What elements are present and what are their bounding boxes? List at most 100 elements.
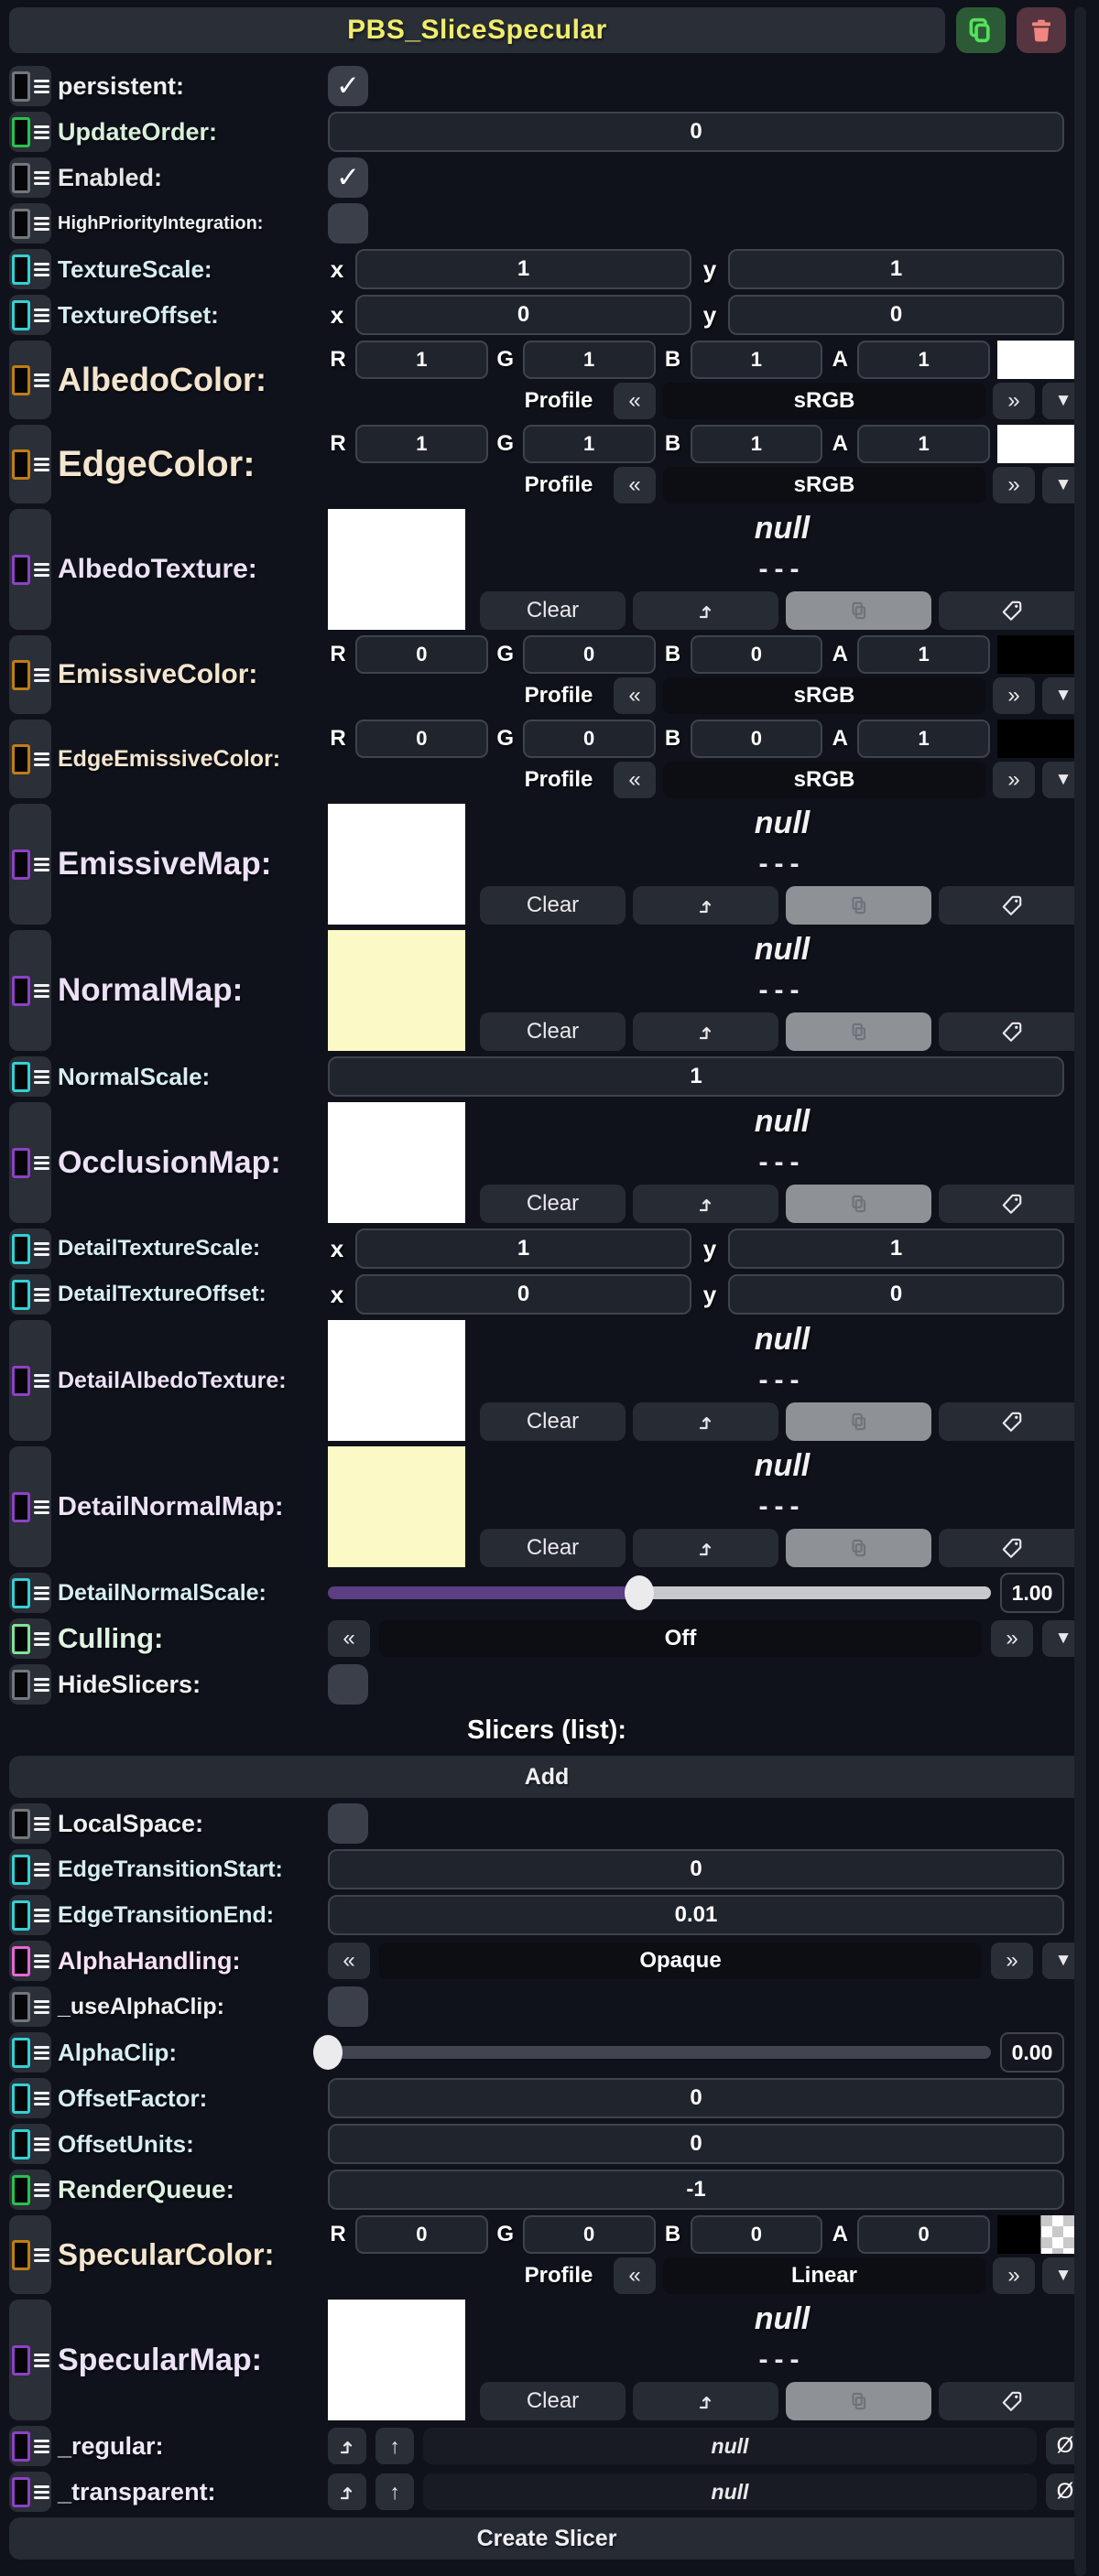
row-drag-handle[interactable] [9, 1618, 51, 1659]
add-slicer-button[interactable]: Add [9, 1756, 1084, 1798]
AlphaHandling-select[interactable]: Opaque [379, 1943, 982, 1979]
texture-preview-OcclusionMap[interactable] [328, 1102, 465, 1223]
copy-texture-button-OcclusionMap[interactable] [786, 1185, 931, 1223]
row-drag-handle[interactable] [9, 1941, 51, 1981]
texture-preview-NormalMap[interactable] [328, 930, 465, 1051]
row-drag-handle[interactable] [9, 1803, 51, 1844]
input-OffsetUnits[interactable]: 0 [328, 2124, 1064, 2164]
copy-texture-button-SpecularMap[interactable] [786, 2382, 931, 2420]
profile-select-EmissiveColor[interactable]: sRGB [663, 677, 985, 714]
clear-texture-button-OcclusionMap[interactable]: Clear [480, 1185, 626, 1223]
checkbox-_useAlphaClip[interactable] [328, 1986, 368, 2027]
_regular-input[interactable]: null [423, 2428, 1037, 2464]
input-EdgeTransitionStart[interactable]: 0 [328, 1849, 1064, 1889]
row-drag-handle[interactable] [9, 2215, 51, 2294]
checkbox-persistent[interactable]: ✓ [328, 66, 368, 106]
row-drag-handle[interactable] [9, 635, 51, 714]
profile-select-AlbedoColor[interactable]: sRGB [663, 383, 985, 419]
input-SpecularColor-a[interactable]: 0 [857, 2215, 990, 2254]
tag-texture-button-SpecularMap[interactable] [939, 2382, 1084, 2420]
input-EdgeEmissiveColor-r[interactable]: 0 [355, 720, 488, 758]
input-EdgeColor-a[interactable]: 1 [857, 425, 990, 463]
row-drag-handle[interactable] [9, 295, 51, 335]
profile-next-button-EdgeColor[interactable]: » [993, 467, 1035, 503]
input-TextureScale-y[interactable]: 1 [728, 249, 1064, 289]
input-AlbedoColor-r[interactable]: 1 [355, 341, 488, 379]
row-drag-handle[interactable] [9, 2124, 51, 2164]
row-drag-handle[interactable] [9, 1274, 51, 1315]
corner-arrow-button-DetailNormalMap[interactable] [633, 1529, 778, 1567]
row-drag-handle[interactable] [9, 341, 51, 419]
copy-texture-button-DetailAlbedoTexture[interactable] [786, 1402, 931, 1441]
profile-next-button-EdgeEmissiveColor[interactable]: » [993, 762, 1035, 798]
checkbox-Enabled[interactable]: ✓ [328, 157, 368, 198]
checkbox-HighPriorityIntegration[interactable] [328, 203, 368, 244]
profile-prev-button-SpecularColor[interactable]: « [614, 2257, 656, 2294]
row-drag-handle[interactable] [9, 2170, 51, 2210]
row-drag-handle[interactable] [9, 1320, 51, 1441]
row-drag-handle[interactable] [9, 157, 51, 198]
profile-next-button-EmissiveColor[interactable]: » [993, 677, 1035, 714]
row-drag-handle[interactable] [9, 1573, 51, 1613]
color-swatch-SpecularColor[interactable] [997, 2215, 1084, 2254]
input-NormalScale[interactable]: 1 [328, 1056, 1064, 1097]
delete-material-button[interactable] [1017, 7, 1066, 53]
clear-texture-button-AlbedoTexture[interactable]: Clear [480, 591, 626, 630]
input-EdgeColor-r[interactable]: 1 [355, 425, 488, 463]
row-drag-handle[interactable] [9, 1446, 51, 1567]
tag-texture-button-NormalMap[interactable] [939, 1012, 1084, 1051]
input-EmissiveColor-b[interactable]: 0 [691, 635, 823, 674]
profile-next-button-SpecularColor[interactable]: » [993, 2257, 1035, 2294]
input-TextureOffset-x[interactable]: 0 [355, 295, 691, 335]
input-AlbedoColor-b[interactable]: 1 [691, 341, 823, 379]
row-drag-handle[interactable] [9, 2032, 51, 2073]
copy-material-button[interactable] [956, 7, 1006, 53]
tag-texture-button-DetailNormalMap[interactable] [939, 1529, 1084, 1567]
copy-texture-button-NormalMap[interactable] [786, 1012, 931, 1051]
tag-texture-button-AlbedoTexture[interactable] [939, 591, 1084, 630]
input-EmissiveColor-a[interactable]: 1 [857, 635, 990, 674]
input-UpdateOrder[interactable]: 0 [328, 112, 1064, 152]
_transparent-input[interactable]: null [423, 2473, 1037, 2510]
profile-select-EdgeColor[interactable]: sRGB [663, 467, 985, 503]
row-drag-handle[interactable] [9, 1664, 51, 1705]
AlphaHandling-prev-button[interactable]: « [328, 1943, 370, 1979]
AlphaHandling-next-button[interactable]: » [991, 1943, 1033, 1979]
input-EmissiveColor-g[interactable]: 0 [523, 635, 656, 674]
corner-arrow-button-_regular[interactable] [328, 2428, 366, 2464]
texture-preview-AlbedoTexture[interactable] [328, 509, 465, 630]
Culling-next-button[interactable]: » [991, 1620, 1033, 1657]
row-drag-handle[interactable] [9, 804, 51, 925]
color-swatch-AlbedoColor[interactable] [997, 341, 1084, 379]
corner-arrow-button-NormalMap[interactable] [633, 1012, 778, 1051]
row-drag-handle[interactable] [9, 720, 51, 798]
clear-texture-button-DetailAlbedoTexture[interactable]: Clear [480, 1402, 626, 1441]
slider-AlphaClip[interactable] [328, 2046, 991, 2059]
profile-prev-button-EdgeColor[interactable]: « [614, 467, 656, 503]
corner-arrow-button-_transparent[interactable] [328, 2473, 366, 2510]
profile-prev-button-EdgeEmissiveColor[interactable]: « [614, 762, 656, 798]
input-EdgeEmissiveColor-a[interactable]: 1 [857, 720, 990, 758]
clear-texture-button-NormalMap[interactable]: Clear [480, 1012, 626, 1051]
copy-texture-button-DetailNormalMap[interactable] [786, 1529, 931, 1567]
Culling-select[interactable]: Off [379, 1620, 982, 1657]
input-EmissiveColor-r[interactable]: 0 [355, 635, 488, 674]
input-AlbedoColor-g[interactable]: 1 [523, 341, 656, 379]
row-drag-handle[interactable] [9, 1056, 51, 1097]
checkbox-HideSlicers[interactable] [328, 1664, 368, 1705]
input-TextureScale-x[interactable]: 1 [355, 249, 691, 289]
texture-preview-DetailAlbedoTexture[interactable] [328, 1320, 465, 1441]
up-arrow-button-_regular[interactable]: ↑ [375, 2428, 414, 2464]
slider-DetailNormalScale[interactable] [328, 1586, 991, 1599]
row-drag-handle[interactable] [9, 1228, 51, 1269]
copy-texture-button-AlbedoTexture[interactable] [786, 591, 931, 630]
tag-texture-button-DetailAlbedoTexture[interactable] [939, 1402, 1084, 1441]
input-EdgeTransitionEnd[interactable]: 0.01 [328, 1895, 1064, 1935]
row-drag-handle[interactable] [9, 930, 51, 1051]
profile-prev-button-EmissiveColor[interactable]: « [614, 677, 656, 714]
profile-select-SpecularColor[interactable]: Linear [663, 2257, 985, 2294]
profile-next-button-AlbedoColor[interactable]: » [993, 383, 1035, 419]
row-drag-handle[interactable] [9, 2300, 51, 2420]
checkbox-LocalSpace[interactable] [328, 1803, 368, 1844]
texture-preview-DetailNormalMap[interactable] [328, 1446, 465, 1567]
